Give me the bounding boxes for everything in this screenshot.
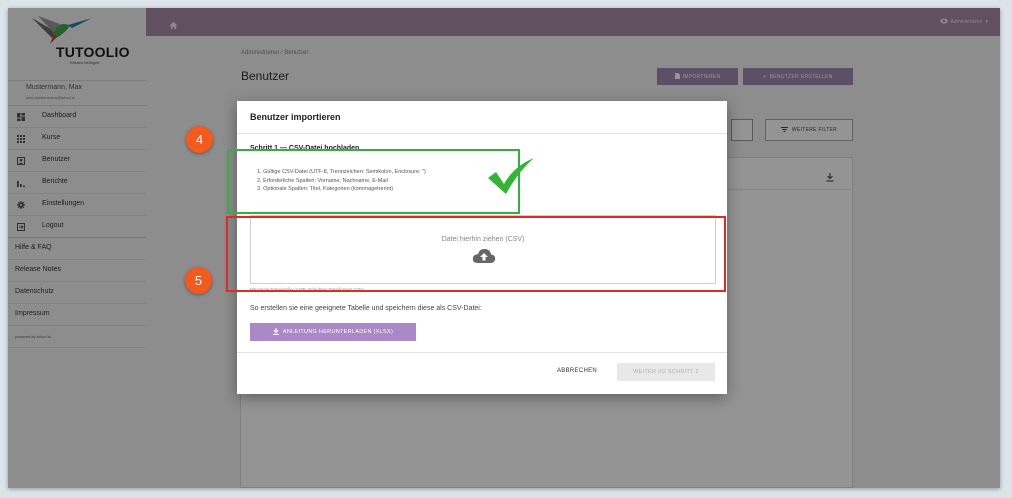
highlight-box-red bbox=[226, 216, 726, 292]
help-text: So erstellen sie eine geeignete Tabelle … bbox=[250, 305, 482, 312]
download-guide-button[interactable]: ANLEITUNG HERUNTERLADEN (XLSX) bbox=[250, 323, 416, 341]
next-step-button[interactable]: WEITER ZU SCHRITT 2 bbox=[617, 363, 715, 381]
highlight-box-green bbox=[227, 149, 520, 214]
checkmark-icon bbox=[486, 156, 536, 201]
dialog-footer: ABBRECHEN WEITER ZU SCHRITT 2 bbox=[237, 352, 727, 394]
dialog-header: Benutzer importieren bbox=[237, 101, 727, 134]
step-badge-4: 4 bbox=[186, 126, 213, 153]
step-badge-5: 5 bbox=[185, 267, 212, 294]
cancel-button[interactable]: ABBRECHEN bbox=[557, 368, 597, 374]
download-guide-label: ANLEITUNG HERUNTERLADEN (XLSX) bbox=[282, 329, 394, 335]
dialog-title: Benutzer importieren bbox=[250, 112, 341, 122]
download-icon bbox=[273, 327, 279, 337]
app-window: TUTOOLIO Wissen beflügelt. Mustermann, M… bbox=[8, 8, 1000, 488]
